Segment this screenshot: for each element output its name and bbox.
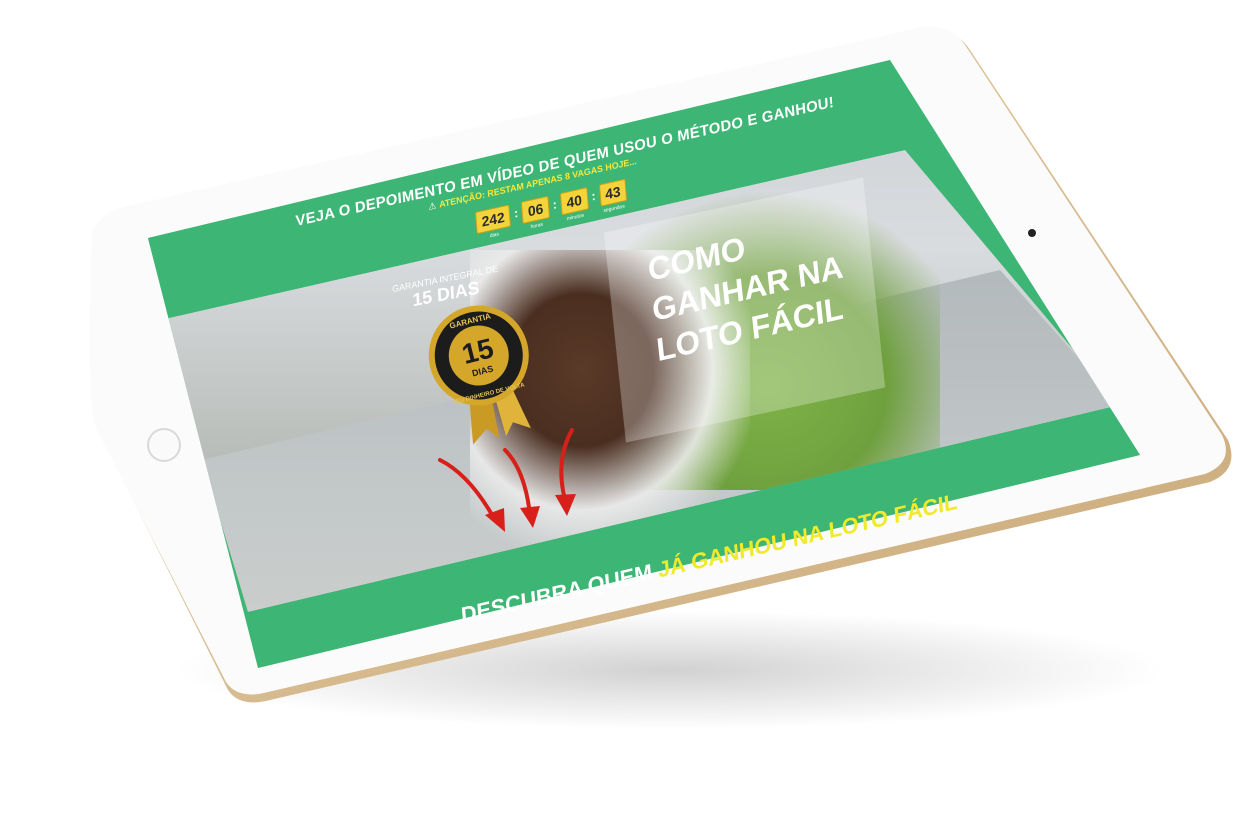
countdown-separator: : <box>552 197 558 213</box>
home-button-icon <box>147 428 181 462</box>
countdown-seconds-value: 43 <box>598 178 628 207</box>
camera-icon <box>1028 229 1036 237</box>
arrow-down-icon <box>559 428 574 502</box>
warning-icon: ⚠ <box>428 200 437 213</box>
arrow-down-icon <box>503 448 532 517</box>
countdown-minutes-value: 40 <box>559 187 589 216</box>
countdown-seconds: 43 segundos <box>598 178 628 215</box>
tablet-mockup: VEJA O DEPOIMENTO EM VÍDEO DE QUEM USOU … <box>0 0 1259 825</box>
arrow-head <box>555 494 576 516</box>
countdown-separator: : <box>590 188 596 204</box>
arrow-head <box>520 506 540 528</box>
arrow-down-icon <box>438 458 497 522</box>
countdown-hours: 06 horas <box>521 195 550 232</box>
countdown-hours-value: 06 <box>521 195 550 224</box>
countdown-separator: : <box>513 205 519 221</box>
countdown-minutes: 40 minutos <box>559 187 589 223</box>
red-arrows <box>438 428 576 532</box>
